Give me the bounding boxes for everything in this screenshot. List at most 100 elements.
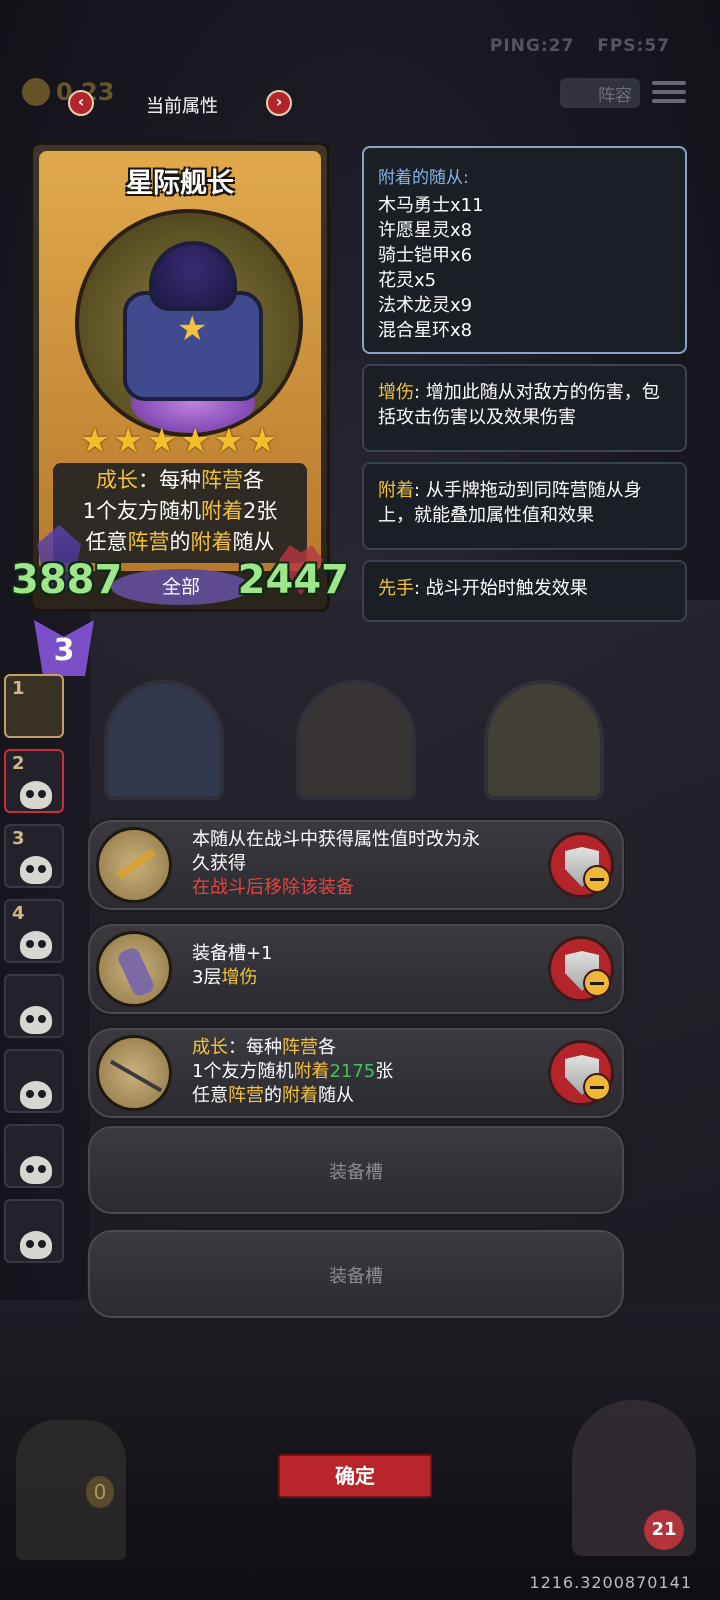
keyword-amplify-panel: 增伤: 增加此随从对敌方的伤害，包括攻击伤害以及效果伤害 <box>362 364 687 452</box>
growth-count: 2175 <box>329 1061 376 1082</box>
fps-readout: FPS:57 <box>597 36 670 56</box>
remove-equipment-button[interactable] <box>548 1040 614 1106</box>
minus-icon <box>583 865 611 893</box>
desc-text: 1个友方随机 <box>82 499 201 523</box>
spear-icon <box>96 1035 172 1111</box>
health-value: 2447 <box>237 557 349 603</box>
keyword-amplify: 增伤 <box>378 382 414 403</box>
keyword-growth: 成长 <box>192 1037 228 1058</box>
chevron-left-icon[interactable]: ‹ <box>68 90 94 116</box>
ping-readout: PING:27 <box>489 36 575 56</box>
attached-item: 骑士铠甲x6 <box>378 245 473 266</box>
keyword-first-strike-text: : 战斗开始时触发效果 <box>414 578 588 599</box>
desc-text: 的 <box>169 530 191 554</box>
keyword-faction: 阵营 <box>127 530 170 554</box>
star-emblem-icon: ★ <box>177 309 208 349</box>
robot-head <box>149 241 237 311</box>
keyword-attach: 附着 <box>282 1085 318 1106</box>
roster-slot-number: 1 <box>12 678 25 699</box>
empty-equipment-slot[interactable]: 装备槽 <box>86 1124 626 1216</box>
equipment-text: 各 <box>318 1037 336 1058</box>
attached-minions-panel: 附着的随从: 木马勇士x11 许愿星灵x8 骑士铠甲x6 花灵x5 法术龙灵x9… <box>362 146 687 354</box>
roster-slot[interactable] <box>4 1124 64 1188</box>
skull-icon <box>20 931 52 959</box>
attached-item: 许愿星灵x8 <box>378 220 473 241</box>
keyword-first-strike: 先手 <box>378 578 414 599</box>
equipment-slot[interactable]: 装备槽+1 3层增伤 <box>86 922 626 1016</box>
keyword-first-strike-panel: 先手: 战斗开始时触发效果 <box>362 560 687 622</box>
keyword-amplify: 增伤 <box>221 967 258 988</box>
keyword-faction: 阵营 <box>282 1037 318 1058</box>
coin-icon <box>22 78 50 106</box>
blade-icon <box>96 827 172 903</box>
background-minion-portrait <box>104 680 224 800</box>
attached-item: 法术龙灵x9 <box>378 295 473 316</box>
desc-text: 各 <box>243 468 264 492</box>
minus-icon <box>583 1073 611 1101</box>
equipment-description: 成长：每种阵营各 1个友方随机附着2175张 任意阵营的附着随从 <box>192 1036 534 1108</box>
equipment-text: 张 <box>375 1061 394 1082</box>
remove-equipment-button[interactable] <box>548 832 614 898</box>
roster-slot-number: 2 <box>12 753 25 774</box>
equipment-text: 任意 <box>192 1085 228 1106</box>
roster-slot-number: 4 <box>12 903 25 924</box>
minus-icon <box>583 969 611 997</box>
equipment-warning: 在战斗后移除该装备 <box>192 877 354 898</box>
roster-slot[interactable] <box>4 1199 64 1263</box>
card-description: 成长：每种阵营各 1个友方随机附着2张 任意阵营的附着随从 <box>53 463 307 563</box>
roster-slot[interactable]: 1 <box>4 674 64 738</box>
equipment-slot[interactable]: 本随从在战斗中获得属性值时改为永 久获得 在战斗后移除该装备 <box>86 818 626 912</box>
equipment-description: 本随从在战斗中获得属性值时改为永 久获得 在战斗后移除该装备 <box>192 828 534 900</box>
keyword-attach: 附着 <box>293 1061 330 1082</box>
roster-slot[interactable]: 3 <box>4 824 64 888</box>
skull-icon <box>20 856 52 884</box>
confirm-button[interactable]: 确定 <box>278 1454 432 1498</box>
keyword-faction: 阵营 <box>201 468 243 492</box>
roster-slot[interactable] <box>4 1049 64 1113</box>
lineup-button[interactable]: 阵容 <box>560 78 640 108</box>
card-name: 星际舰长 <box>126 168 234 199</box>
keyword-attach: 附着 <box>190 530 233 554</box>
skull-icon <box>20 1006 52 1034</box>
menu-icon[interactable] <box>652 78 686 106</box>
roster-list: 1 2 3 4 <box>4 674 68 1274</box>
gauntlet-icon <box>96 931 172 1007</box>
keyword-attach-text: : 从手牌拖动到同阵营随从身上，就能叠加属性值和效果 <box>378 480 642 526</box>
background-minion-portrait <box>296 680 416 800</box>
equipment-slot[interactable]: 成长：每种阵营各 1个友方随机附着2175张 任意阵营的附着随从 <box>86 1026 626 1120</box>
network-status: PING:27 FPS:57 <box>474 36 670 56</box>
equipment-text: 随从 <box>318 1085 354 1106</box>
roster-slot[interactable]: 4 <box>4 899 64 963</box>
equipment-description: 装备槽+1 3层增伤 <box>192 942 534 990</box>
attached-item: 混合星环x8 <box>378 320 473 341</box>
chevron-right-icon[interactable]: › <box>266 90 292 116</box>
keyword-attach: 附着 <box>201 499 243 523</box>
empty-equipment-slot[interactable]: 装备槽 <box>86 1228 626 1320</box>
skull-icon <box>20 1081 52 1109</box>
attached-header: 附着的随从: <box>378 168 469 188</box>
keyword-attach-panel: 附着: 从手牌拖动到同阵营随从身上，就能叠加属性值和效果 <box>362 462 687 550</box>
coordinate-readout: 1216.3200870141 <box>529 1573 692 1592</box>
equipment-text: 本随从在战斗中获得属性值时改为永 <box>192 829 480 850</box>
lineup-label: 阵容 <box>598 85 632 106</box>
equipment-text: 3层 <box>192 967 222 988</box>
skull-icon <box>20 1231 52 1259</box>
keyword-amplify-text: : 增加此随从对敌方的伤害，包括攻击伤害以及效果伤害 <box>378 382 660 428</box>
empty-slot-label: 装备槽 <box>329 1162 383 1183</box>
equipment-text: 的 <box>264 1085 282 1106</box>
equipment-text: 久获得 <box>192 853 246 874</box>
attack-value: 3887 <box>11 557 123 603</box>
keyword-faction: 阵营 <box>228 1085 264 1106</box>
equipment-text: 1个友方随机 <box>192 1061 294 1082</box>
roster-slot[interactable] <box>4 974 64 1038</box>
minion-portrait: ★ <box>75 209 303 437</box>
page-title: 当前属性 <box>146 96 218 117</box>
roster-slot-number: 3 <box>12 828 25 849</box>
equipment-text: ：每种 <box>228 1037 282 1058</box>
keyword-growth: 成长 <box>96 468 138 492</box>
desc-text: 2张 <box>243 499 278 523</box>
minion-card: 星际舰长 ★ ★★★★★★ 成长：每种阵营各 1个友方随机附着2张 任意阵营的附… <box>11 142 349 612</box>
attached-item: 木马勇士x11 <box>378 195 484 216</box>
roster-slot[interactable]: 2 <box>4 749 64 813</box>
remove-equipment-button[interactable] <box>548 936 614 1002</box>
